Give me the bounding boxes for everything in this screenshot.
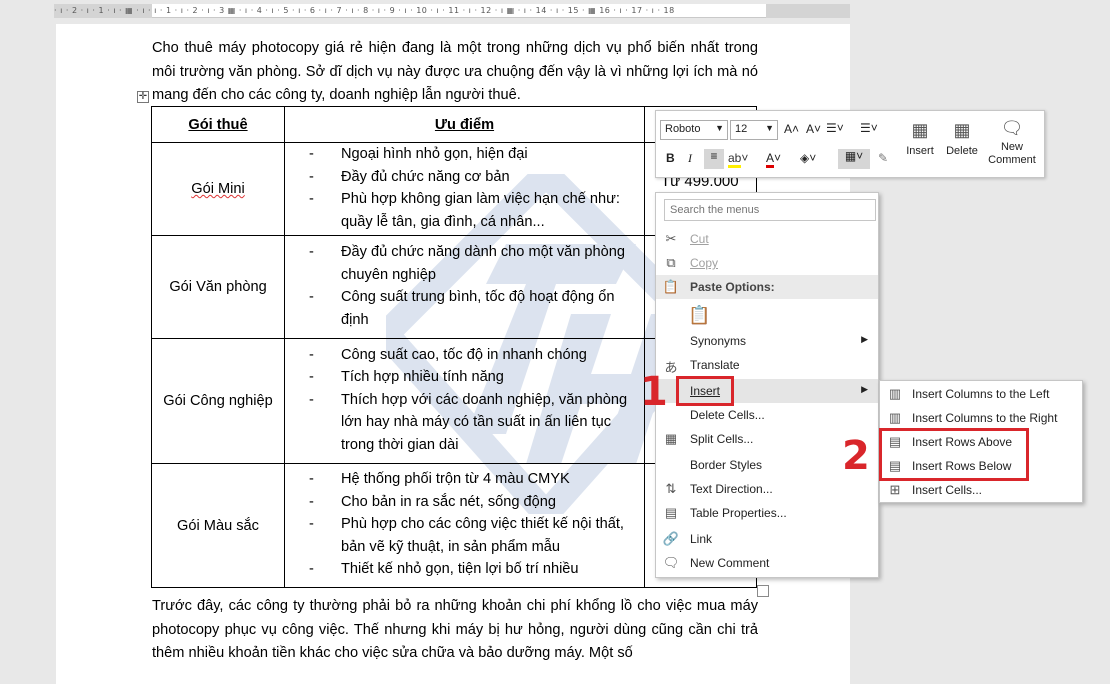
submenu-insert-columns-left[interactable]: ▥ Insert Columns to the Left [880,382,1082,406]
insert-columns-right-icon: ▥ [888,410,902,425]
chevron-down-icon: ▼ [715,123,724,133]
highlight-box-insert-rows [879,428,1029,481]
paste-icon: 📋 [662,279,680,294]
header-cell[interactable]: Ưu điểm [284,106,645,143]
comment-icon: 🗨 [1000,118,1024,138]
shading-icon[interactable]: ◈˅ [800,151,816,165]
submenu-arrow-icon: ▶ [861,384,868,394]
copy-icon: ⧉ [666,255,676,270]
table-move-handle-icon[interactable]: ✛ [137,91,149,103]
list-item: Phù hợp không gian làm việc hạn chế như:… [309,188,644,233]
menu-item-translate[interactable]: あ Translate [656,353,878,377]
font-name-dropdown[interactable]: Roboto ▼ [660,120,728,140]
menu-item-synonyms[interactable]: Synonyms ▶ [656,329,878,353]
insert-columns-left-icon: ▥ [888,386,902,401]
numbering-icon[interactable]: ☰˅ [860,121,878,135]
insert-cells-icon: ⊞ [889,482,901,497]
list-item: Phù hợp cho các công việc thiết kế nội t… [309,513,644,558]
list-item: Tích hợp nhiều tính năng [309,366,644,389]
horizontal-ruler[interactable]: · ı · 2 · ı · 1 · ı · ▦ · ı · ı · 1 · ı … [54,4,850,18]
list-item: Công suất trung bình, tốc độ hoạt động ổ… [309,286,644,331]
list-item: Thích hợp với các doanh nghiệp, văn phòn… [309,389,644,457]
advantages-cell[interactable]: Hệ thống phối trộn từ 4 màu CMYK Cho bản… [284,463,645,588]
package-name-cell[interactable]: Gói Mini [151,142,285,236]
advantages-cell[interactable]: Công suất cao, tốc độ in nhanh chóng Tíc… [284,338,645,464]
submenu-insert-cells[interactable]: ⊞ Insert Cells... [880,478,1082,502]
chevron-down-icon: ▼ [765,123,774,133]
list-item: Đầy đủ chức năng cơ bản [309,166,644,189]
italic-icon[interactable]: I [688,151,692,166]
step-number-1: 1 [640,369,668,415]
list-item: Đầy đủ chức năng dành cho một văn phòng … [309,241,644,286]
advantages-cell[interactable]: Đầy đủ chức năng dành cho một văn phòng … [284,235,645,339]
list-item: Ngoại hình nhỏ gọn, hiện đại [309,143,644,166]
table-insert-icon: ▦ [911,120,929,140]
delete-table-button[interactable]: ▦ Delete [942,115,982,158]
menu-item-table-properties[interactable]: ▤ Table Properties... [656,501,878,525]
menu-item-text-direction[interactable]: ⇅ Text Direction... [656,477,878,501]
font-size-dropdown[interactable]: 12 ▼ [730,120,778,140]
step-number-2: 2 [842,433,870,479]
package-name-cell[interactable]: Gói Văn phòng [151,235,285,339]
split-cells-icon: ▦ [664,431,678,446]
bold-icon[interactable]: B [666,151,675,165]
align-center-icon[interactable]: ≡ [704,149,724,169]
menu-item-paste-options: 📋 Paste Options: [662,279,775,294]
grow-font-icon[interactable]: A˄ [784,122,799,136]
text-direction-icon: ⇅ [665,481,677,496]
submenu-insert-columns-right[interactable]: ▥ Insert Columns to the Right [880,406,1082,430]
borders-icon[interactable]: ▦˅ [838,149,870,169]
menu-item-cut[interactable]: ✂ Cut [656,227,878,251]
menu-item-link[interactable]: 🔗 Link [656,527,878,551]
package-name-cell[interactable]: Gói Công nghiệp [151,338,285,464]
paste-keep-text-icon: 📋 [688,305,711,325]
outro-paragraph[interactable]: Trước đây, các công ty thường phải bỏ ra… [152,595,758,666]
ruler-marks: · ı · 2 · ı · 1 · ı · ▦ · ı · ı · 1 · ı … [54,6,675,15]
mini-toolbar: Roboto ▼ 12 ▼ A˄ A˅ ☰˅ ☰˅ B I ≡ ab˅ A˅ ◈˅ … [655,110,1045,178]
comment-icon: 🗨 [662,555,680,570]
menu-item-new-comment[interactable]: 🗨 New Comment [656,551,878,575]
new-comment-button[interactable]: 🗨 New Comment [984,115,1040,167]
menu-item-delete-cells[interactable]: Delete Cells... [656,403,878,427]
highlight-icon[interactable]: ab˅ [728,151,748,168]
menu-search-input[interactable] [664,199,876,221]
format-painter-icon[interactable]: ✎ [878,151,888,165]
table-resize-handle[interactable] [757,585,769,597]
link-icon: 🔗 [662,531,680,546]
highlight-box-insert [676,376,734,406]
table-delete-icon: ▦ [953,120,971,140]
header-cell[interactable]: Gói thuê [151,106,285,143]
menu-item-copy[interactable]: ⧉ Copy [656,251,878,275]
list-item: Hệ thống phối trộn từ 4 màu CMYK [309,468,644,491]
package-name-cell[interactable]: Gói Màu sắc [151,463,285,588]
submenu-arrow-icon: ▶ [861,334,868,344]
shrink-font-icon[interactable]: A˅ [806,122,821,136]
list-item: Cho bản in ra sắc nét, sống động [309,491,644,514]
list-item: Công suất cao, tốc độ in nhanh chóng [309,344,644,367]
font-color-icon[interactable]: A˅ [766,151,781,168]
intro-paragraph[interactable]: Cho thuê máy photocopy giá rẻ hiện đang … [152,37,758,108]
table-properties-icon: ▤ [664,505,678,520]
insert-table-button[interactable]: ▦ Insert [900,115,940,158]
cut-icon: ✂ [665,231,677,246]
paste-option-keep-text[interactable]: 📋 [656,301,878,331]
list-item: Thiết kế nhỏ gọn, tiện lợi bố trí nhiều [309,558,644,581]
bullets-icon[interactable]: ☰˅ [826,121,844,135]
advantages-cell[interactable]: Ngoại hình nhỏ gọn, hiện đại Đầy đủ chức… [284,142,645,236]
